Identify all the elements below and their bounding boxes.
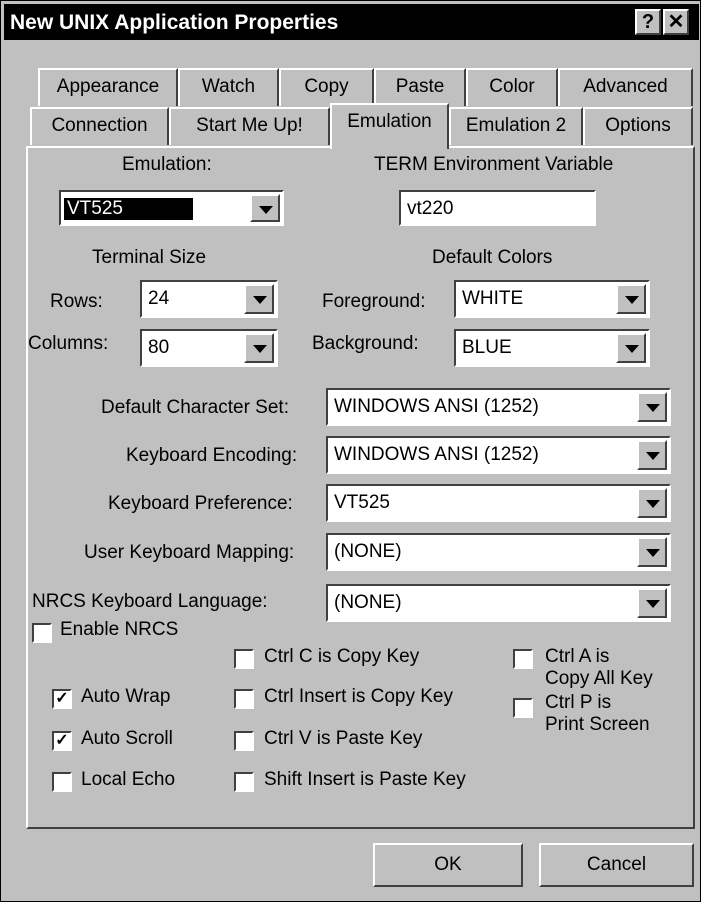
background-value: BLUE <box>462 337 512 358</box>
chevron-down-icon <box>646 549 660 557</box>
nrcs-language-dropdown[interactable]: (NONE) <box>326 584 671 622</box>
ok-button[interactable]: OK <box>373 843 523 887</box>
auto-wrap-checkbox[interactable]: ✓ <box>52 689 72 709</box>
enable-nrcs-label: Enable NRCS <box>60 619 179 640</box>
default-colors-heading: Default Colors <box>432 247 553 268</box>
chevron-down-icon <box>625 296 639 304</box>
shift-insert-paste-label: Shift Insert is Paste Key <box>264 769 466 790</box>
tab-options[interactable]: Options <box>583 107 693 145</box>
tab-watch[interactable]: Watch <box>178 68 279 106</box>
close-button[interactable]: ✕ <box>663 9 689 35</box>
chevron-down-icon <box>646 452 660 460</box>
local-echo-checkbox[interactable] <box>52 772 72 792</box>
chevron-down-icon <box>253 296 267 304</box>
term-env-label: TERM Environment Variable <box>374 154 614 175</box>
keyboard-preference-dropdown-button[interactable] <box>637 488 667 518</box>
ctrl-p-print-screen-checkbox[interactable] <box>513 698 533 718</box>
charset-dropdown[interactable]: WINDOWS ANSI (1252) <box>326 388 671 426</box>
cancel-button[interactable]: Cancel <box>539 843 694 887</box>
ctrl-p-label-line1: Ctrl P is <box>545 692 612 713</box>
chevron-down-icon <box>646 404 660 412</box>
keyboard-encoding-dropdown-button[interactable] <box>637 440 667 470</box>
tab-color[interactable]: Color <box>466 68 558 106</box>
local-echo-label: Local Echo <box>81 769 176 790</box>
tab-emulation[interactable]: Emulation <box>330 103 449 149</box>
charset-dropdown-button[interactable] <box>637 392 667 422</box>
rows-dropdown[interactable]: 24 <box>140 280 278 318</box>
term-env-input[interactable]: vt220 <box>399 190 596 226</box>
window-title: New UNIX Application Properties <box>10 11 339 34</box>
ctrl-p-label-line2: Print Screen <box>545 714 650 735</box>
chevron-down-icon <box>253 345 267 353</box>
ctrl-c-copy-checkbox[interactable] <box>234 649 254 669</box>
ctrl-c-copy-label: Ctrl C is Copy Key <box>264 646 420 667</box>
tab-appearance[interactable]: Appearance <box>38 68 178 106</box>
foreground-label: Foreground: <box>322 291 426 312</box>
columns-dropdown-button[interactable] <box>244 333 274 363</box>
columns-dropdown[interactable]: 80 <box>140 329 278 367</box>
keyboard-encoding-value: WINDOWS ANSI (1252) <box>334 444 539 465</box>
ctrl-insert-copy-label: Ctrl Insert is Copy Key <box>264 686 453 707</box>
keyboard-encoding-label: Keyboard Encoding: <box>126 445 298 466</box>
emulation-dropdown-button[interactable] <box>250 194 280 222</box>
columns-label: Columns: <box>28 333 109 354</box>
rows-dropdown-button[interactable] <box>244 284 274 314</box>
chevron-down-icon <box>625 345 639 353</box>
term-env-value: vt220 <box>407 198 454 219</box>
enable-nrcs-checkbox[interactable] <box>32 623 52 643</box>
tab-paste[interactable]: Paste <box>374 68 466 106</box>
help-button[interactable]: ? <box>635 9 661 35</box>
auto-scroll-checkbox[interactable]: ✓ <box>52 731 72 751</box>
properties-dialog: New UNIX Application Properties ? ✕ Appe… <box>0 0 701 902</box>
nrcs-language-value: (NONE) <box>334 592 402 613</box>
emulation-panel: Emulation: TERM Environment Variable VT5… <box>26 146 695 829</box>
emulation-value: VT525 <box>64 198 193 220</box>
foreground-value: WHITE <box>462 288 524 309</box>
foreground-dropdown-button[interactable] <box>616 284 646 314</box>
tab-copy[interactable]: Copy <box>279 68 374 106</box>
chevron-down-icon <box>259 206 273 214</box>
auto-wrap-label: Auto Wrap <box>81 686 171 707</box>
keyboard-preference-value: VT525 <box>334 492 390 513</box>
keyboard-encoding-dropdown[interactable]: WINDOWS ANSI (1252) <box>326 436 671 474</box>
nrcs-language-label: NRCS Keyboard Language: <box>32 591 268 612</box>
ctrl-v-paste-checkbox[interactable] <box>234 731 254 751</box>
chevron-down-icon <box>646 600 660 608</box>
user-mapping-dropdown[interactable]: (NONE) <box>326 533 671 571</box>
rows-label: Rows: <box>50 291 103 312</box>
title-bar: New UNIX Application Properties ? ✕ <box>4 4 699 40</box>
ctrl-insert-copy-checkbox[interactable] <box>234 689 254 709</box>
keyboard-preference-dropdown[interactable]: VT525 <box>326 484 671 522</box>
nrcs-language-dropdown-button[interactable] <box>637 588 667 618</box>
columns-value: 80 <box>148 337 170 358</box>
charset-value: WINDOWS ANSI (1252) <box>334 396 539 417</box>
charset-label: Default Character Set: <box>101 397 289 418</box>
user-mapping-value: (NONE) <box>334 541 402 562</box>
background-dropdown[interactable]: BLUE <box>454 329 650 367</box>
rows-value: 24 <box>148 288 170 309</box>
keyboard-preference-label: Keyboard Preference: <box>108 493 293 514</box>
user-mapping-dropdown-button[interactable] <box>637 537 667 567</box>
tab-connection[interactable]: Connection <box>30 107 169 145</box>
ctrl-a-copy-all-checkbox[interactable] <box>513 649 533 669</box>
shift-insert-paste-checkbox[interactable] <box>234 772 254 792</box>
chevron-down-icon <box>646 500 660 508</box>
foreground-dropdown[interactable]: WHITE <box>454 280 650 318</box>
user-mapping-label: User Keyboard Mapping: <box>84 542 295 563</box>
ctrl-v-paste-label: Ctrl V is Paste Key <box>264 728 423 749</box>
emulation-dropdown[interactable]: VT525 <box>59 190 284 226</box>
background-dropdown-button[interactable] <box>616 333 646 363</box>
tab-advanced[interactable]: Advanced <box>558 68 693 106</box>
tab-start-me-up[interactable]: Start Me Up! <box>169 107 330 145</box>
auto-scroll-label: Auto Scroll <box>81 728 173 749</box>
ctrl-a-label-line1: Ctrl A is <box>545 646 610 667</box>
tab-emulation-2[interactable]: Emulation 2 <box>449 107 583 145</box>
terminal-size-heading: Terminal Size <box>92 247 207 268</box>
ctrl-a-label-line2: Copy All Key <box>545 668 653 689</box>
background-label: Background: <box>312 333 419 354</box>
emulation-label: Emulation: <box>122 154 212 175</box>
